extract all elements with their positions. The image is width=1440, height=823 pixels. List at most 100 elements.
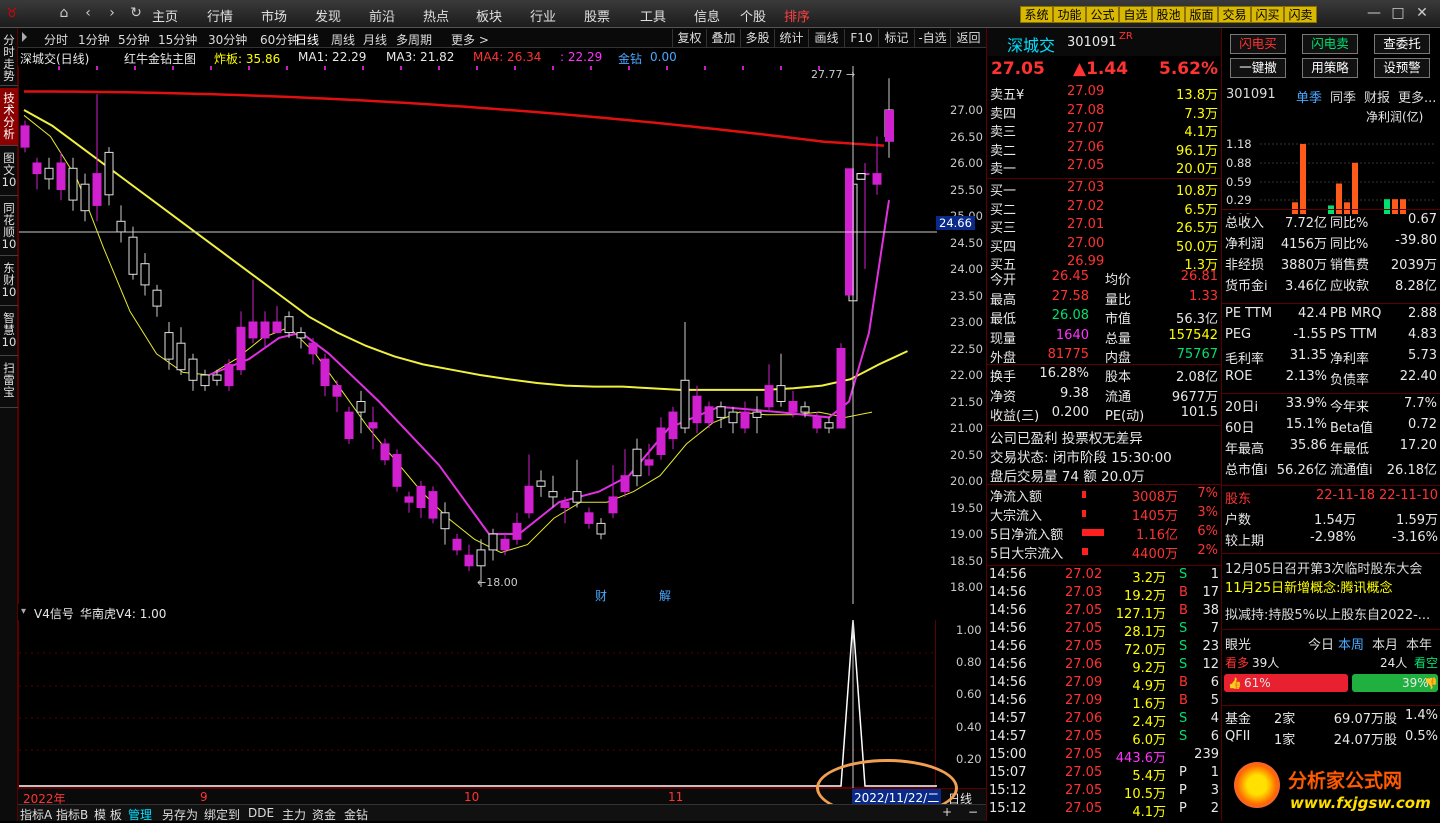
eye-tab-1[interactable]: 本周 <box>1338 634 1364 653</box>
period-1[interactable]: 1分钟 <box>78 31 110 48</box>
trade-button-5[interactable]: 设预警 <box>1374 58 1430 78</box>
sidebar-tab-5[interactable]: 智慧10 <box>0 308 18 356</box>
period-6[interactable]: 日线 <box>295 31 319 48</box>
eye-tab-0[interactable]: 今日 <box>1308 634 1334 653</box>
bottom-tab-8[interactable]: 资金 <box>312 806 336 823</box>
collapse-icon[interactable]: ▾ <box>21 606 26 617</box>
bottom-tab-3[interactable]: 管理 <box>128 806 152 823</box>
sidebar-tab-6[interactable]: 扫雷宝 <box>0 358 18 408</box>
period-5[interactable]: 60分钟 <box>260 31 299 48</box>
nav-item-10[interactable]: 信息 <box>694 6 720 25</box>
zoom-in-icon[interactable]: + <box>942 805 952 819</box>
nav-item-1[interactable]: 行情 <box>207 6 233 25</box>
sidebar-tab-1[interactable]: 技术分析 <box>0 88 18 146</box>
formula-name[interactable]: 红牛金钻主图 <box>124 50 196 67</box>
top-button-7[interactable]: 闪买 <box>1251 6 1284 23</box>
divider <box>1222 209 1440 210</box>
sidebar-tab-3[interactable]: 同花顺10 <box>0 198 18 256</box>
f10-news-item[interactable]: 拟减持:持股5%以上股东自2022-... <box>1222 604 1440 622</box>
top-button-0[interactable]: 系统 <box>1020 6 1053 23</box>
bottom-tab-6[interactable]: DDE <box>248 806 274 820</box>
divider <box>987 364 1222 365</box>
sub-svg[interactable] <box>19 620 937 788</box>
top-button-3[interactable]: 自选 <box>1119 6 1152 23</box>
top-button-1[interactable]: 功能 <box>1053 6 1086 23</box>
nav-item-8[interactable]: 股票 <box>584 6 610 25</box>
flow-value: 1.16亿 <box>1136 528 1178 543</box>
chart-tool-7[interactable]: -自选 <box>914 29 950 47</box>
chart-tool-8[interactable]: 返回 <box>950 29 986 47</box>
top-button-4[interactable]: 股池 <box>1152 6 1185 23</box>
thumb-down-icon[interactable]: 👎 <box>1424 677 1438 690</box>
trade-button-2[interactable]: 查委托 <box>1374 34 1430 54</box>
chart-tool-2[interactable]: 多股 <box>740 29 774 47</box>
flow-label: 大宗流入 <box>990 509 1043 524</box>
nav-item-7[interactable]: 行业 <box>530 6 556 25</box>
top-button-5[interactable]: 版面 <box>1185 6 1218 23</box>
sidebar-tab-0[interactable]: 分时走势 <box>0 30 18 86</box>
flow-row: 5日大宗流入 4400万 2% <box>987 543 1222 562</box>
chart-tool-0[interactable]: 复权 <box>672 29 706 47</box>
chart-tool-1[interactable]: 叠加 <box>706 29 740 47</box>
nav-item-5[interactable]: 热点 <box>423 6 449 25</box>
refresh-icon[interactable]: ↻ <box>126 3 146 23</box>
nav-item-2[interactable]: 市场 <box>261 6 287 25</box>
chart-tool-5[interactable]: F10 <box>844 29 878 47</box>
chart-tool-3[interactable]: 统计 <box>774 29 808 47</box>
period-8[interactable]: 月线 <box>363 31 387 48</box>
kline-chart[interactable]: 27.77 → ←18.00 财 解 <box>18 66 937 604</box>
forward-icon[interactable]: › <box>102 3 122 23</box>
bottom-tab-2[interactable]: 模 板 <box>94 806 122 823</box>
sidebar-tab-2[interactable]: 图文10 <box>0 148 18 196</box>
chart-tool-6[interactable]: 标记 <box>878 29 914 47</box>
nav-item-11[interactable]: 个股 <box>740 6 766 25</box>
eye-tab-2[interactable]: 本月 <box>1372 634 1398 653</box>
stock-name[interactable]: 深城交 <box>1007 32 1055 56</box>
bottom-tab-5[interactable]: 绑定到 <box>204 806 240 823</box>
period-2[interactable]: 5分钟 <box>118 31 150 48</box>
bottom-tab-1[interactable]: 指标B <box>56 806 88 823</box>
period-3[interactable]: 15分钟 <box>158 31 197 48</box>
bottom-tab-0[interactable]: 指标A <box>20 806 52 823</box>
bottom-tab-9[interactable]: 金钻 <box>344 806 368 823</box>
period-7[interactable]: 周线 <box>331 31 355 48</box>
kline-svg[interactable]: 27.77 → ←18.00 财 解 <box>19 66 937 604</box>
trade-button-3[interactable]: 一键撤 <box>1230 58 1286 78</box>
home-nav-icon[interactable]: ⌂ <box>54 3 74 23</box>
period-0[interactable]: 分时 <box>44 31 68 48</box>
stock-period-label[interactable]: 深城交(日线) <box>20 50 89 67</box>
trade-button-4[interactable]: 用策略 <box>1302 58 1358 78</box>
sub-indicator-chart[interactable] <box>18 620 937 788</box>
thumb-up-icon[interactable]: 👍 <box>1228 677 1242 690</box>
trade-button-0[interactable]: 闪电买 <box>1230 34 1286 54</box>
back-icon[interactable]: ‹ <box>78 3 98 23</box>
top-button-2[interactable]: 公式 <box>1086 6 1119 23</box>
trade-button-1[interactable]: 闪电卖 <box>1302 34 1358 54</box>
nav-item-3[interactable]: 发现 <box>315 6 341 25</box>
eye-tab-3[interactable]: 本年 <box>1406 634 1432 653</box>
nav-item-12[interactable]: 排序 <box>784 6 810 25</box>
nav-item-6[interactable]: 板块 <box>476 6 502 25</box>
trade-volume: 10.5万 <box>1124 787 1166 802</box>
period-10[interactable]: 更多 > <box>451 31 489 48</box>
nav-item-4[interactable]: 前沿 <box>369 6 395 25</box>
f10-news-item[interactable]: 12月05日召开第3次临时股东大会 <box>1222 558 1440 576</box>
play-icon[interactable] <box>22 32 27 42</box>
close-icon[interactable]: ✕ <box>1412 3 1432 23</box>
sidebar-tab-4[interactable]: 东财10 <box>0 258 18 306</box>
maximize-icon[interactable]: □ <box>1388 3 1408 23</box>
bottom-tab-7[interactable]: 主力 <box>282 806 306 823</box>
top-button-6[interactable]: 交易 <box>1218 6 1251 23</box>
chart-tool-4[interactable]: 画线 <box>808 29 844 47</box>
minimize-icon[interactable]: — <box>1364 3 1384 23</box>
f10-news-item[interactable]: 11月25日新增概念:腾讯概念 <box>1222 577 1440 595</box>
top-button-8[interactable]: 闪卖 <box>1284 6 1317 23</box>
trade-side: S <box>1179 621 1188 636</box>
nav-item-9[interactable]: 工具 <box>640 6 666 25</box>
f10-tab-0[interactable]: 301091 <box>1226 87 1276 102</box>
period-9[interactable]: 多周期 <box>396 31 432 48</box>
bottom-tab-4[interactable]: 另存为 <box>162 806 198 823</box>
zoom-out-icon[interactable]: − <box>968 805 978 819</box>
nav-item-0[interactable]: 主页 <box>152 6 178 25</box>
period-4[interactable]: 30分钟 <box>208 31 247 48</box>
